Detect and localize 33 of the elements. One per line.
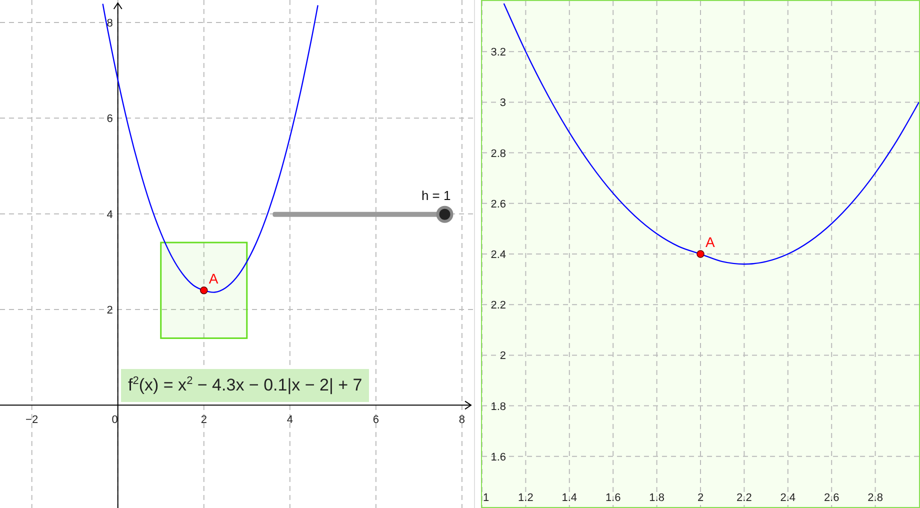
axis-tick-label: 2 bbox=[500, 350, 506, 362]
axis-tick-label: 1.6 bbox=[605, 492, 621, 504]
axis-tick-label: 0 bbox=[112, 414, 118, 426]
axis-tick-label: 8 bbox=[106, 17, 113, 30]
axis-tick-label: 2.6 bbox=[824, 492, 840, 504]
axis-tick-label: 4 bbox=[286, 414, 293, 426]
axis-tick-label: 2.4 bbox=[490, 249, 506, 261]
axis-tick-label: 2.8 bbox=[490, 148, 506, 160]
axis-tick-label: 6 bbox=[106, 113, 113, 126]
axis-tick-label: 2.8 bbox=[868, 492, 883, 504]
axis-tick-label: 1.2 bbox=[518, 492, 534, 504]
point-label: A bbox=[208, 270, 218, 286]
axis-tick-label: 2.2 bbox=[490, 300, 506, 312]
axis-tick-label: 1.8 bbox=[649, 492, 664, 504]
axis-tick-label: 1.8 bbox=[490, 400, 506, 413]
axis-tick-label: 1.6 bbox=[490, 451, 506, 464]
axis-tick-label: 2.4 bbox=[780, 492, 796, 504]
point-label: A bbox=[706, 234, 715, 250]
axis-tick-label: 2 bbox=[697, 492, 704, 504]
axis-tick-label: 4 bbox=[106, 208, 113, 221]
axis-tick-label: 3 bbox=[500, 97, 506, 110]
formula-text: f$^{2}$(x) = x$^{2}$ − 4.3x − 0.1|x − 2| + 7 bbox=[121, 369, 370, 402]
axis-tick-label: 1 bbox=[482, 492, 490, 504]
slider-label: h = 1 bbox=[421, 188, 451, 203]
axis-tick-label: 8 bbox=[458, 414, 466, 426]
axis-tick-label: 2.2 bbox=[736, 492, 752, 504]
axis-tick-label: 2.6 bbox=[490, 198, 506, 210]
axis-tick-label: 2 bbox=[106, 304, 113, 316]
axis-tick-label: 6 bbox=[372, 414, 379, 426]
axis-tick-label: −2 bbox=[26, 414, 38, 426]
axis-tick-label: 3.2 bbox=[490, 46, 506, 59]
axis-tick-label: 1.4 bbox=[562, 492, 578, 504]
axis-tick-label: 2 bbox=[200, 414, 207, 426]
